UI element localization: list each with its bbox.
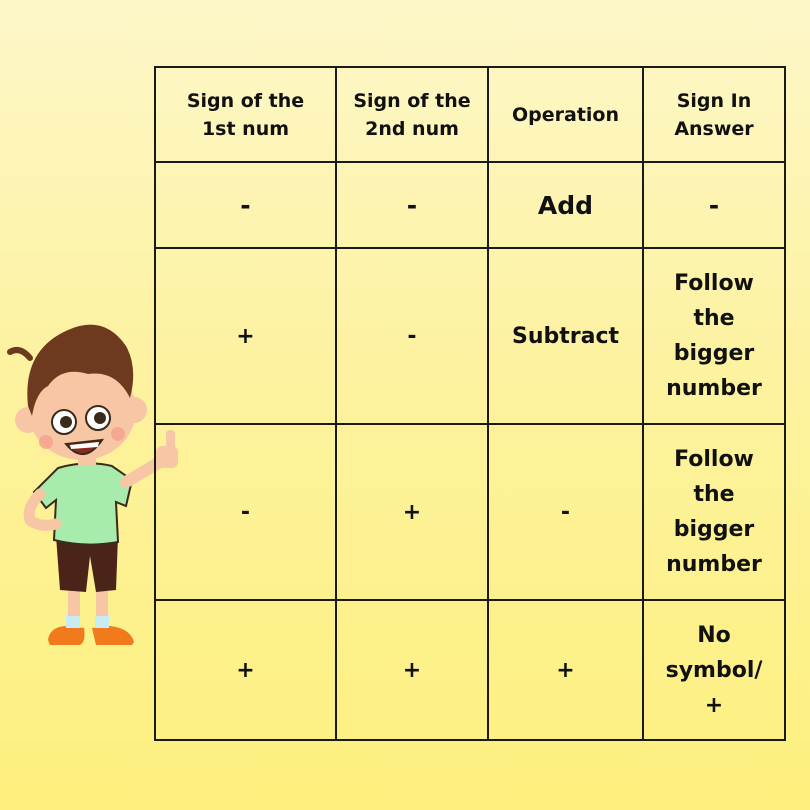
- green-shirt: [32, 462, 134, 546]
- cell-answer-sign: -: [642, 161, 786, 249]
- cell-first-sign: -: [154, 423, 337, 601]
- cell-operation: Subtract: [487, 247, 644, 425]
- header-sign-in-answer: Sign In Answer: [642, 66, 786, 163]
- cell-second-sign: -: [335, 247, 489, 425]
- table-row: + + + No symbol/ +: [154, 599, 786, 741]
- cell-first-sign: -: [154, 161, 337, 249]
- cell-second-sign: -: [335, 161, 489, 249]
- cell-answer-sign: No symbol/ +: [642, 599, 786, 741]
- cell-operation: -: [487, 423, 644, 601]
- header-row: Sign of the 1st num Sign of the 2nd num …: [154, 66, 786, 163]
- cell-operation: +: [487, 599, 644, 741]
- cell-second-sign: +: [335, 423, 489, 601]
- cell-first-sign: +: [154, 599, 337, 741]
- sign-rules-table: Sign of the 1st num Sign of the 2nd num …: [154, 66, 786, 741]
- cell-first-sign: +: [154, 247, 337, 425]
- table-row: - - Add -: [154, 161, 786, 249]
- header-sign-second-number: Sign of the 2nd num: [335, 66, 489, 163]
- right-shoe: [92, 626, 134, 645]
- left-shoe: [48, 626, 85, 645]
- header-sign-first-number: Sign of the 1st num: [154, 66, 337, 163]
- cell-operation: Add: [487, 161, 644, 249]
- cell-answer-sign: Follow the bigger number: [642, 423, 786, 601]
- table-row: - + - Follow the bigger number: [154, 423, 786, 601]
- table-row: + - Subtract Follow the bigger number: [154, 247, 786, 425]
- cell-answer-sign: Follow the bigger number: [642, 247, 786, 425]
- cell-second-sign: +: [335, 599, 489, 741]
- header-operation: Operation: [487, 66, 644, 163]
